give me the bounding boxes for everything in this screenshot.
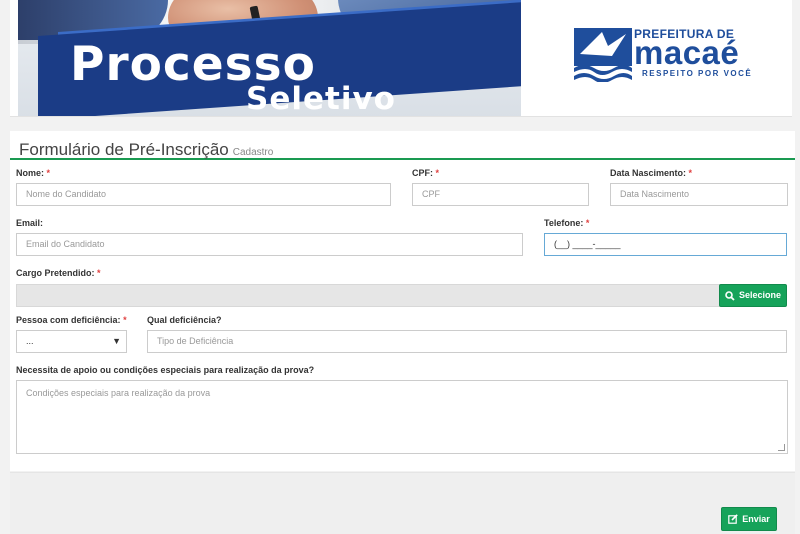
cargo-label: Cargo Pretendido: * xyxy=(16,268,101,278)
data-nascimento-input[interactable]: Data Nascimento xyxy=(610,183,788,206)
telefone-input[interactable]: (__) ____-_____ xyxy=(544,233,787,256)
apoio-textarea[interactable]: Condições especiais para realização da p… xyxy=(16,380,788,454)
resize-handle[interactable] xyxy=(778,444,785,451)
nome-label: Nome: * xyxy=(16,168,51,178)
header-panel: Processo Seletivo PREFEITURA DE macaé RE… xyxy=(10,0,792,117)
edit-icon xyxy=(728,514,739,524)
telefone-label: Telefone: * xyxy=(544,218,590,228)
qual-deficiencia-label: Qual deficiência? xyxy=(147,315,222,325)
logo-mark-icon xyxy=(574,28,632,82)
deficiencia-label: Pessoa com deficiência: * xyxy=(16,315,127,325)
form-title: Formulário de Pré-Inscrição Cadastro xyxy=(19,141,273,158)
selecione-button[interactable]: Selecione xyxy=(719,284,787,307)
logo-city-name: macaé xyxy=(634,34,740,71)
form-footer: Enviar xyxy=(10,472,795,534)
logo-tagline: RESPEITO POR VOCÊ xyxy=(642,69,753,78)
qual-deficiencia-input[interactable]: Tipo de Deficiência xyxy=(147,330,787,353)
deficiencia-select-value: ... xyxy=(26,336,34,346)
chevron-down-icon: ▼ xyxy=(112,336,121,346)
banner-title-line2: Seletivo xyxy=(246,81,396,117)
enviar-button-label: Enviar xyxy=(742,513,770,524)
email-input[interactable]: Email do Candidato xyxy=(16,233,523,256)
email-label: Email: xyxy=(16,218,44,228)
form-title-text: Formulário de Pré-Inscrição xyxy=(19,140,229,159)
apoio-label: Necessita de apoio ou condições especiai… xyxy=(16,365,315,375)
data-nascimento-label: Data Nascimento: * xyxy=(610,168,693,178)
cargo-input xyxy=(16,284,720,307)
cpf-label: CPF: * xyxy=(412,168,440,178)
form-subtitle: Cadastro xyxy=(232,147,274,158)
processo-seletivo-banner: Processo Seletivo xyxy=(18,0,521,117)
apoio-placeholder: Condições especiais para realização da p… xyxy=(26,388,211,398)
enviar-button[interactable]: Enviar xyxy=(721,507,777,531)
selecione-button-label: Selecione xyxy=(738,290,782,300)
nome-input[interactable]: Nome do Candidato xyxy=(16,183,391,206)
form-header: Formulário de Pré-Inscrição Cadastro xyxy=(10,139,795,160)
search-icon xyxy=(725,290,735,301)
prefeitura-logo: PREFEITURA DE macaé RESPEITO POR VOCÊ xyxy=(572,26,762,86)
form-card: Formulário de Pré-Inscrição Cadastro Nome… xyxy=(10,131,795,471)
cpf-input[interactable]: CPF xyxy=(412,183,589,206)
deficiencia-select[interactable]: ... ▼ xyxy=(16,330,127,353)
